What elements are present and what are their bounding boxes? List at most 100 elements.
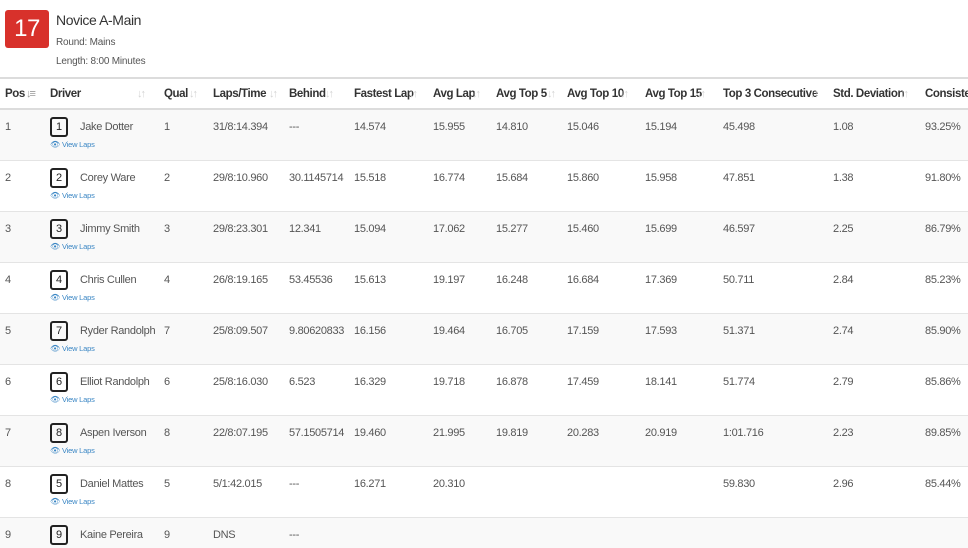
cell-avg-top10: 20.283 [567,427,599,439]
cell-std-deviation: 2.84 [833,274,854,286]
column-header-behind[interactable]: Behind [289,79,326,110]
column-header-fastest-lap[interactable]: Fastest Lap [354,79,414,110]
event-header: 17 Novice A-Main Round: Mains Length: 8:… [0,0,968,76]
column-header-avg-lap[interactable]: Avg Lap [433,79,476,110]
eye-icon: 👁 [50,497,60,506]
cell-top3-consecutive: 46.597 [723,223,755,235]
cell-avg-top5: 16.248 [496,274,528,286]
cell-consistency: 91.80% [925,172,961,184]
car-number-box: 4 [50,270,68,290]
cell-avg-lap: 21.995 [433,427,465,439]
cell-fastest-lap: 16.156 [354,325,386,337]
cell-qual: 6 [164,376,170,388]
cell-top3-consecutive: 59.830 [723,478,755,490]
cell-std-deviation: 1.08 [833,121,854,133]
cell-behind: 30.1145714 [289,172,344,184]
column-header-consistency[interactable]: Consisten [925,79,968,110]
sort-icon[interactable]: ↓↑ [409,79,418,110]
column-header-avg-top10[interactable]: Avg Top 10 [567,79,624,110]
view-laps-link[interactable]: 👁 View Laps [50,344,95,353]
cell-pos: 1 [5,121,11,133]
sort-icon[interactable]: ↓↑ [620,79,629,110]
view-laps-label: View Laps [61,395,95,404]
cell-consistency: 85.90% [925,325,961,337]
view-laps-link[interactable]: 👁 View Laps [50,497,95,506]
cell-std-deviation: 1.38 [833,172,854,184]
view-laps-link[interactable]: 👁 View Laps [50,293,95,302]
view-laps-link[interactable]: 👁 View Laps [50,242,95,251]
cell-std-deviation: 2.25 [833,223,854,235]
cell-consistency: 86.79% [925,223,961,235]
car-number-box: 6 [50,372,68,392]
column-header-qual[interactable]: Qual [164,79,188,110]
cell-std-deviation: 2.23 [833,427,854,439]
sort-icon[interactable]: ↓↑ [472,79,481,110]
column-header-std-deviation[interactable]: Std. Deviation [833,79,904,110]
cell-consistency: 85.86% [925,376,961,388]
cell-pos: 4 [5,274,11,286]
cell-qual: 4 [164,274,170,286]
driver-name: Aspen Iverson [80,427,147,439]
column-header-top3-consecutive[interactable]: Top 3 Consecutive [723,79,818,110]
cell-laps-time: 29/8:10.960 [213,172,268,184]
eye-icon: 👁 [50,293,60,302]
cell-avg-top10: 15.460 [567,223,599,235]
driver-name: Chris Cullen [80,274,137,286]
cell-avg-top10: 15.046 [567,121,599,133]
cell-pos: 6 [5,376,11,388]
table-header: Pos ↓≡ Driver ↓↑ Qual ↓↑ Laps/Time ↓↑ Behind ↓↑ Fa… [0,77,968,110]
cell-laps-time: 25/8:16.030 [213,376,268,388]
column-header-avg-top15[interactable]: Avg Top 15 [645,79,702,110]
table-row: 8 5 5/1:42.015 --- 16.271 20.310 59.830 2.96 85.… [0,467,968,518]
driver-name: Elliot Randolph [80,376,150,388]
cell-top3-consecutive: 47.851 [723,172,755,184]
cell-fastest-lap: 14.574 [354,121,386,133]
cell-pos: 3 [5,223,11,235]
cell-qual: 2 [164,172,170,184]
column-header-avg-top5[interactable]: Avg Top 5 [496,79,547,110]
view-laps-link[interactable]: 👁 View Laps [50,446,95,455]
sort-icon[interactable]: ↓↑ [269,79,278,110]
cell-pos: 5 [5,325,11,337]
cell-avg-top15: 15.958 [645,172,677,184]
column-header-driver[interactable]: Driver [50,79,81,110]
cell-qual: 3 [164,223,170,235]
cell-top3-consecutive: 1:01.716 [723,427,764,439]
event-title: Novice A-Main [56,12,142,28]
column-header-laps-time[interactable]: Laps/Time [213,79,266,110]
cell-qual: 5 [164,478,170,490]
driver-name: Jake Dotter [80,121,133,133]
sort-icon[interactable]: ↓↑ [189,79,198,110]
cell-behind: 53.45536 [289,274,333,286]
sort-icon[interactable]: ↓↑ [810,79,819,110]
sort-icon[interactable]: ↓↑ [697,79,706,110]
cell-behind: --- [289,478,300,490]
view-laps-link[interactable]: 👁 View Laps [50,395,95,404]
cell-behind: --- [289,121,300,133]
cell-fastest-lap: 15.518 [354,172,386,184]
cell-qual: 7 [164,325,170,337]
cell-consistency: 89.85% [925,427,961,439]
table-row: 6 6 25/8:16.030 6.523 16.329 19.718 16.878 17.4… [0,365,968,416]
cell-avg-lap: 16.774 [433,172,465,184]
sort-icon[interactable]: ↓↑ [547,79,556,110]
cell-top3-consecutive: 50.711 [723,274,755,286]
cell-avg-top5: 15.277 [496,223,528,235]
cell-fastest-lap: 15.613 [354,274,386,286]
car-number-box: 3 [50,219,68,239]
table-row: 4 4 26/8:19.165 53.45536 15.613 19.197 16.248 1… [0,263,968,314]
cell-avg-top5: 19.819 [496,427,528,439]
sort-icon[interactable]: ↓↑ [137,79,146,110]
sort-icon[interactable]: ↓≡ [26,79,36,110]
table-row: 2 2 29/8:10.960 30.1145714 15.518 16.774 15.68… [0,161,968,212]
table-body: 1 1 31/8:14.394 --- 14.574 15.955 14.810 15.046… [0,110,968,548]
column-header-pos[interactable]: Pos [5,79,25,110]
cell-avg-top5: 14.810 [496,121,528,133]
view-laps-link[interactable]: 👁 View Laps [50,140,95,149]
cell-avg-lap: 15.955 [433,121,465,133]
sort-icon[interactable]: ↓↑ [900,79,909,110]
cell-top3-consecutive: 45.498 [723,121,755,133]
view-laps-link[interactable]: 👁 View Laps [50,191,95,200]
sort-icon[interactable]: ↓↑ [325,79,334,110]
eye-icon: 👁 [50,140,60,149]
